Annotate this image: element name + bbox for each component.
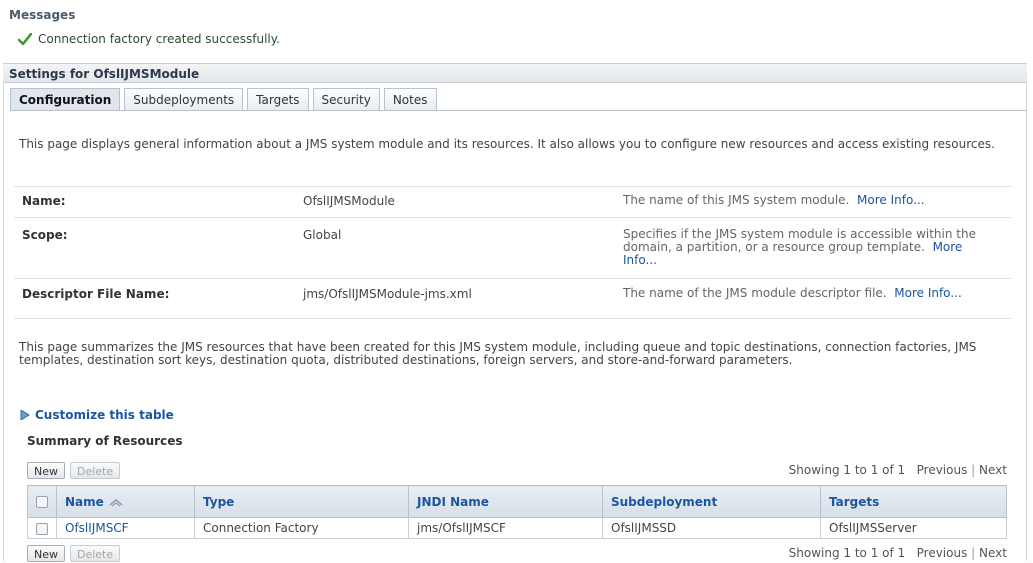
divider <box>14 278 1012 279</box>
previous-link[interactable]: Previous <box>917 463 968 477</box>
delete-button[interactable]: Delete <box>70 461 121 479</box>
cell-targets: OfslIJMSServer <box>820 517 1007 539</box>
success-message: Connection factory created successfully. <box>18 32 280 46</box>
cell-type: Connection Factory <box>194 517 409 539</box>
checkmark-icon <box>18 33 32 45</box>
descriptor-more-info-link[interactable]: More Info... <box>894 286 962 300</box>
tab-divider <box>10 110 1027 111</box>
name-label: Name: <box>22 194 66 208</box>
tab-security[interactable]: Security <box>312 88 380 110</box>
tab-targets[interactable]: Targets <box>247 88 309 110</box>
customize-table-label: Customize this table <box>35 408 174 422</box>
pager: Showing 1 to 1 of 1 Previous | Next <box>788 546 1007 560</box>
pager-count: Showing 1 to 1 of 1 <box>788 546 906 560</box>
summary-title: Summary of Resources <box>27 434 183 448</box>
tab-configuration[interactable]: Configuration <box>10 88 121 110</box>
customize-table-link[interactable]: Customize this table <box>20 408 174 422</box>
name-value: OfslIJMSModule <box>303 194 395 208</box>
resource-name-link[interactable]: OfslIJMSCF <box>65 521 129 535</box>
tab-bar: Configuration Subdeployments Targets Sec… <box>10 88 437 111</box>
descriptor-description-text: The name of the JMS module descriptor fi… <box>623 286 887 300</box>
summary-text: This page summarizes the JMS resources t… <box>19 340 977 367</box>
table-header-row: Name Type JNDI Name Subdeployment Target… <box>27 485 1007 518</box>
table-toolbar-bottom: New Delete Showing 1 to 1 of 1 Previous … <box>27 543 1007 563</box>
divider <box>14 217 1012 218</box>
table-toolbar-top: New Delete Showing 1 to 1 of 1 Previous … <box>27 460 1007 480</box>
select-all-cell <box>27 485 57 518</box>
sort-ascending-icon <box>109 499 123 507</box>
descriptor-value: jms/OfslIJMSModule-jms.xml <box>303 287 472 301</box>
messages-title: Messages <box>9 8 76 22</box>
descriptor-label: Descriptor File Name: <box>22 287 170 301</box>
pager: Showing 1 to 1 of 1 Previous | Next <box>788 463 1007 477</box>
column-header-targets[interactable]: Targets <box>820 485 1007 518</box>
settings-header: Settings for OfslIJMSModule <box>3 63 1027 83</box>
divider <box>14 318 1012 319</box>
row-select-cell <box>27 517 57 539</box>
cell-name: OfslIJMSCF <box>56 517 195 539</box>
pager-count: Showing 1 to 1 of 1 <box>788 463 906 477</box>
column-header-type[interactable]: Type <box>194 485 409 518</box>
cell-subdeployment: OfslIJMSSD <box>602 517 821 539</box>
name-description: The name of this JMS system module. More… <box>623 194 999 207</box>
resources-table: Name Type JNDI Name Subdeployment Target… <box>27 485 1007 539</box>
name-description-text: The name of this JMS system module. <box>623 193 850 207</box>
column-header-name[interactable]: Name <box>56 485 195 518</box>
scope-description-text: Specifies if the JMS system module is ac… <box>623 227 976 254</box>
scope-label: Scope: <box>22 228 68 242</box>
select-all-checkbox[interactable] <box>36 496 48 508</box>
next-link[interactable]: Next <box>979 463 1007 477</box>
success-message-text: Connection factory created successfully. <box>38 32 280 46</box>
tab-notes[interactable]: Notes <box>383 88 437 110</box>
new-button[interactable]: New <box>27 461 65 479</box>
cell-jndi-name: jms/OfslIJMSCF <box>408 517 603 539</box>
new-button[interactable]: New <box>27 544 65 562</box>
divider <box>14 186 1012 187</box>
next-link[interactable]: Next <box>979 546 1007 560</box>
column-header-subdeployment[interactable]: Subdeployment <box>602 485 821 518</box>
tab-subdeployments[interactable]: Subdeployments <box>124 88 244 110</box>
scope-value: Global <box>303 228 342 242</box>
descriptor-description: The name of the JMS module descriptor fi… <box>623 287 999 300</box>
row-checkbox[interactable] <box>36 522 48 535</box>
scope-description: Specifies if the JMS system module is ac… <box>623 228 999 267</box>
previous-link[interactable]: Previous <box>917 546 968 560</box>
expand-arrow-icon <box>20 410 30 420</box>
delete-button[interactable]: Delete <box>70 544 121 562</box>
column-header-jndi-name[interactable]: JNDI Name <box>408 485 603 518</box>
name-more-info-link[interactable]: More Info... <box>857 193 925 207</box>
table-row: OfslIJMSCF Connection Factory jms/OfslIJ… <box>27 517 1007 539</box>
intro-text: This page displays general information a… <box>19 137 995 151</box>
